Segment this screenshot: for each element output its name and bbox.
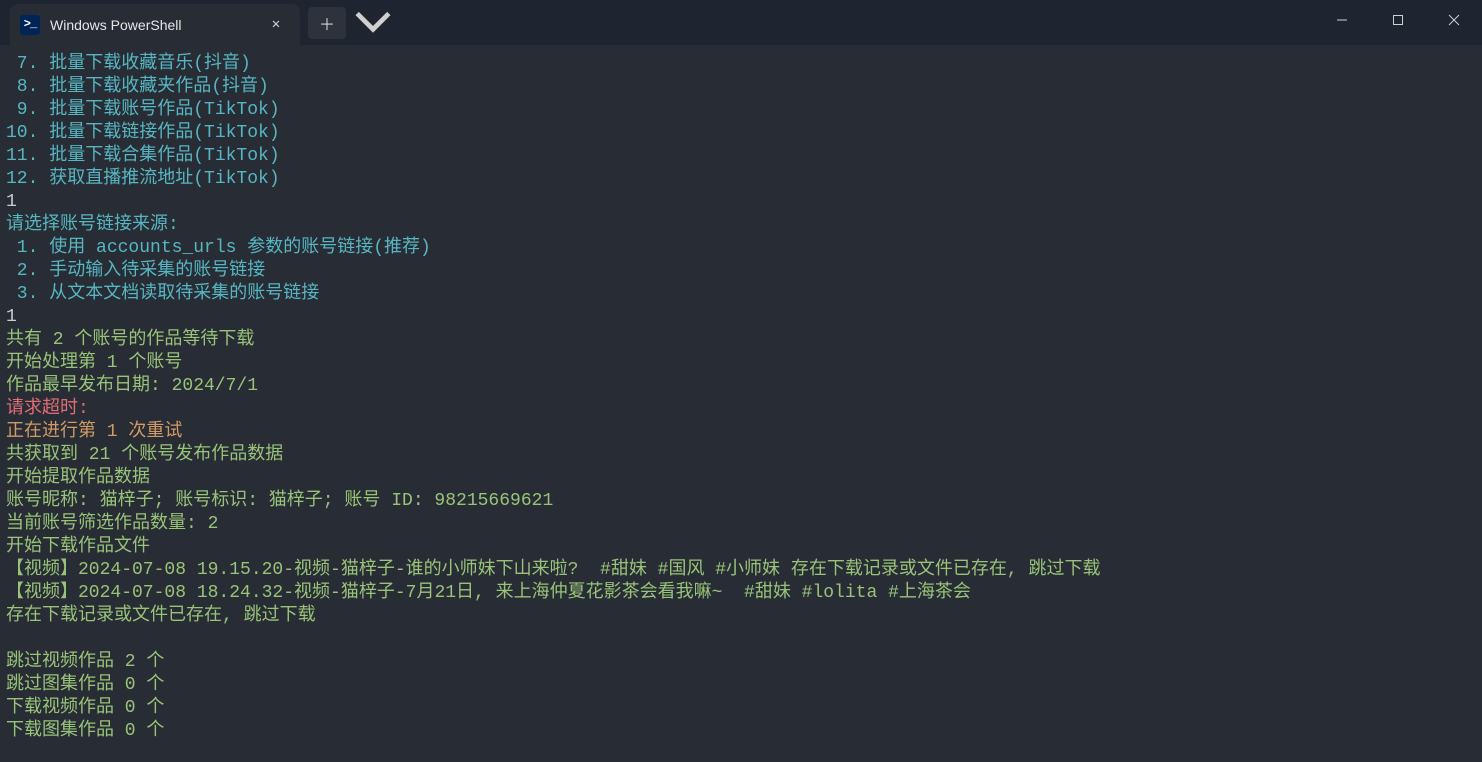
powershell-icon bbox=[20, 15, 40, 35]
menu-item: 9. 批量下载账号作品(TikTok) bbox=[6, 100, 280, 120]
status-line: 开始提取作品数据 bbox=[6, 468, 150, 488]
status-line: 存在下载记录或文件已存在, 跳过下载 bbox=[6, 606, 316, 626]
source-option: 3. 从文本文档读取待采集的账号链接 bbox=[6, 284, 319, 304]
status-line: 共有 2 个账号的作品等待下载 bbox=[6, 330, 254, 350]
status-line: 开始处理第 1 个账号 bbox=[6, 353, 182, 373]
status-line: 账号昵称: 猫梓子; 账号标识: 猫梓子; 账号 ID: 98215669621 bbox=[6, 491, 553, 511]
terminal-output[interactable]: 7. 批量下载收藏音乐(抖音) 8. 批量下载收藏夹作品(抖音) 9. 批量下载… bbox=[0, 45, 1482, 762]
status-line: 共获取到 21 个账号发布作品数据 bbox=[6, 445, 283, 465]
status-line: 【视频】2024-07-08 19.15.20-视频-猫梓子-谁的小师妹下山来啦… bbox=[6, 560, 1100, 580]
status-line: 【视频】2024-07-08 18.24.32-视频-猫梓子-7月21日, 来上… bbox=[6, 583, 971, 603]
menu-item: 11. 批量下载合集作品(TikTok) bbox=[6, 146, 280, 166]
status-line: 跳过图集作品 0 个 bbox=[6, 675, 164, 695]
status-line: 跳过视频作品 2 个 bbox=[6, 652, 164, 672]
menu-item: 12. 获取直播推流地址(TikTok) bbox=[6, 169, 280, 189]
menu-item: 8. 批量下载收藏夹作品(抖音) bbox=[6, 77, 269, 97]
status-line: 开始下载作品文件 bbox=[6, 537, 150, 557]
tab-title: Windows PowerShell bbox=[50, 17, 182, 33]
minimize-button[interactable] bbox=[1314, 0, 1370, 40]
status-line: 下载图集作品 0 个 bbox=[6, 721, 164, 741]
menu-item: 7. 批量下载收藏音乐(抖音) bbox=[6, 54, 251, 74]
user-input: 1 bbox=[6, 192, 17, 212]
user-input: 1 bbox=[6, 307, 17, 327]
menu-item: 10. 批量下载链接作品(TikTok) bbox=[6, 123, 280, 143]
source-option: 1. 使用 accounts_urls 参数的账号链接(推荐) bbox=[6, 238, 431, 258]
error-line: 请求超时: bbox=[6, 399, 89, 419]
tab-dropdown-button[interactable] bbox=[354, 7, 392, 39]
close-window-button[interactable] bbox=[1426, 0, 1482, 40]
status-line: 下载视频作品 0 个 bbox=[6, 698, 164, 718]
maximize-button[interactable] bbox=[1370, 0, 1426, 40]
new-tab-button[interactable]: ＋ bbox=[308, 7, 346, 39]
status-line: 作品最早发布日期: 2024/7/1 bbox=[6, 376, 258, 396]
window-titlebar: Windows PowerShell ✕ ＋ bbox=[0, 0, 1482, 45]
close-tab-icon[interactable]: ✕ bbox=[266, 15, 286, 35]
prompt-line: 请选择账号链接来源: bbox=[6, 215, 179, 235]
status-line: 当前账号筛选作品数量: 2 bbox=[6, 514, 218, 534]
tab-powershell[interactable]: Windows PowerShell ✕ bbox=[10, 4, 300, 45]
retry-line: 正在进行第 1 次重试 bbox=[6, 422, 182, 442]
chevron-down-icon bbox=[354, 4, 392, 42]
source-option: 2. 手动输入待采集的账号链接 bbox=[6, 261, 265, 281]
